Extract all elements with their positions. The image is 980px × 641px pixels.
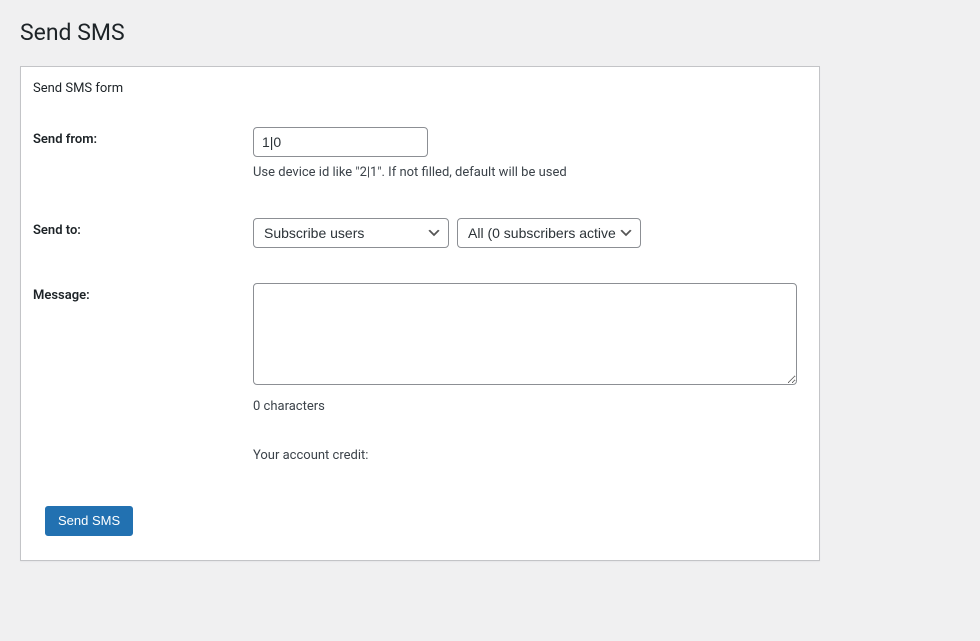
- form-table: Send from: Use device id like "2|1". If …: [33, 112, 807, 474]
- send-from-label: Send from:: [33, 112, 253, 203]
- message-row: Message: 0 characters: [33, 268, 807, 434]
- page-title: Send SMS: [20, 10, 960, 50]
- message-textarea[interactable]: [253, 283, 797, 385]
- message-char-count: 0 characters: [253, 399, 797, 414]
- submit-wrap: Send SMS: [33, 494, 807, 548]
- send-from-input[interactable]: [253, 127, 428, 157]
- credit-row: Your account credit:: [33, 434, 807, 474]
- send-to-subscribers-select[interactable]: All (0 subscribers active): [457, 218, 641, 248]
- send-sms-button[interactable]: Send SMS: [45, 506, 133, 536]
- send-from-row: Send from: Use device id like "2|1". If …: [33, 112, 807, 203]
- send-sms-form-panel: Send SMS form Send from: Use device id l…: [20, 66, 820, 561]
- message-label: Message:: [33, 268, 253, 434]
- send-from-hint: Use device id like "2|1". If not filled,…: [253, 163, 797, 183]
- send-to-row: Send to: Subscribe users All (0 subscrib…: [33, 203, 807, 268]
- account-credit-label: Your account credit:: [253, 446, 797, 466]
- form-title: Send SMS form: [33, 79, 807, 112]
- send-to-type-select[interactable]: Subscribe users: [253, 218, 449, 248]
- send-to-label: Send to:: [33, 203, 253, 268]
